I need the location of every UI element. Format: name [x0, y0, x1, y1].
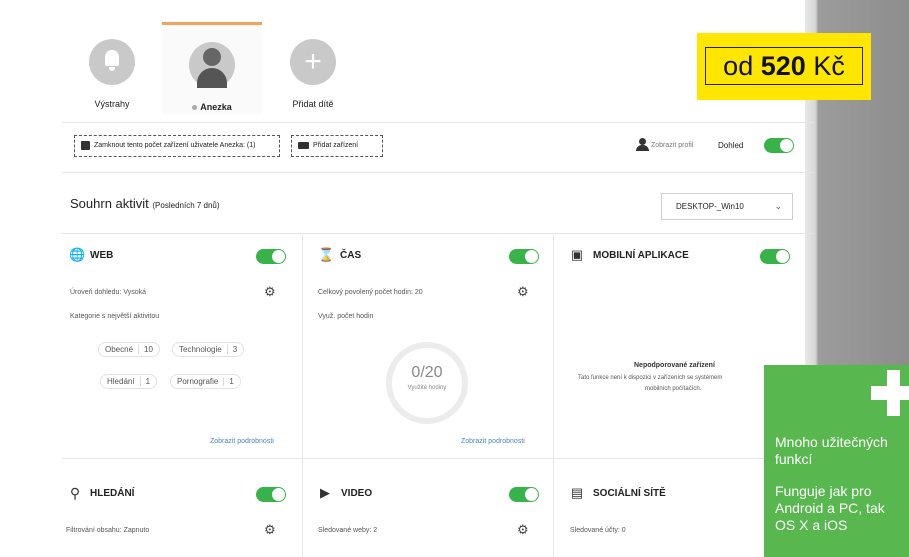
gear-icon[interactable]: ⚙: [517, 284, 529, 300]
supervision-toggle[interactable]: [764, 138, 794, 153]
chip-count: 10: [138, 345, 153, 354]
unsupported-text-2: mobilních počítačích.: [645, 386, 702, 392]
time-donut-value: 0/20: [411, 364, 443, 381]
device-select[interactable]: DESKTOP-_Win10 ⌄: [661, 193, 793, 220]
price-badge: od 520 Kč: [697, 33, 871, 100]
divider: [62, 458, 814, 459]
user-icon: [635, 138, 649, 152]
supervision-label: Dohled: [718, 141, 744, 150]
chip-count: 1: [139, 377, 151, 386]
tab-label: Přidat dítě: [292, 99, 334, 109]
tab-label: Anezka: [200, 102, 232, 112]
mobile-icon: ▣: [570, 247, 584, 262]
category-chip[interactable]: Technologie 3: [172, 342, 245, 357]
web-level: Úroveň dohledu: Vysoká: [70, 289, 147, 296]
globe-icon: 🌐: [69, 247, 86, 262]
divider: [553, 233, 554, 458]
promo-line: Mnoho užitečných: [775, 434, 888, 450]
add-device-button[interactable]: Přidat zařízení: [291, 135, 383, 157]
category-chip[interactable]: Pornografie 1: [170, 374, 241, 389]
promo-line: Android a PC, tak: [775, 500, 885, 516]
plus-icon: +: [290, 39, 336, 85]
time-details-link[interactable]: Zobrazit podrobnosti: [461, 438, 525, 445]
tab-profile-anezka[interactable]: Anezka: [162, 22, 262, 114]
chip-name: Obecné: [105, 345, 134, 354]
video-title: VIDEO: [341, 488, 373, 499]
time-title: ČAS: [340, 250, 362, 261]
gear-icon[interactable]: ⚙: [517, 522, 529, 538]
summary-title-text: Souhrn aktivit: [70, 196, 149, 211]
tab-alerts[interactable]: Výstrahy: [62, 22, 162, 114]
add-device-label: Přidat zařízení: [313, 142, 359, 149]
device-icon: [298, 141, 309, 149]
chip-count: 1: [223, 377, 234, 386]
time-toggle[interactable]: [509, 249, 539, 264]
search-filter: Filtrování obsahu: Zapnuto: [66, 527, 150, 534]
divider: [553, 458, 554, 557]
lock-devices-label: Zamknout tento počet zařízení uživatele …: [94, 142, 256, 149]
tab-label: Výstrahy: [94, 99, 130, 109]
search-title: HLEDÁNÍ: [90, 488, 135, 499]
tab-add-child[interactable]: + Přidat dítě: [263, 22, 363, 114]
time-donut: [386, 342, 468, 424]
chat-icon: ▤: [570, 485, 584, 500]
summary-title: Souhrn aktivit (Posledních 7 dnů): [70, 196, 220, 211]
promo-line: Funguje jak pro: [775, 483, 872, 499]
screen: Výstrahy Anezka + Přidat dítě od 520 Kč …: [0, 0, 909, 557]
gear-icon[interactable]: ⚙: [264, 284, 276, 300]
web-details-link[interactable]: Zobrazit podrobnosti: [210, 438, 274, 445]
divider: [62, 233, 814, 234]
view-profile-label[interactable]: Zobrazit profil: [651, 142, 693, 149]
bell-icon: [89, 39, 135, 85]
device-select-value: DESKTOP-_Win10: [676, 202, 744, 211]
web-toggle[interactable]: [256, 249, 286, 264]
time-allowed: Celkový povolený počet hodin: 20: [318, 289, 423, 296]
price-amount: 520: [760, 51, 806, 81]
summary-period: (Posledních 7 dnů): [152, 201, 220, 210]
video-icon: ▶: [320, 485, 330, 500]
video-toggle[interactable]: [509, 487, 539, 502]
unsupported-title: Nepodporované zařízení: [634, 362, 715, 369]
time-donut-label: Využité hodiny: [407, 385, 447, 391]
mobile-title: MOBILNÍ APLIKACE: [593, 250, 689, 261]
promo-line: funkcí: [775, 451, 813, 467]
mobile-toggle[interactable]: [760, 249, 790, 264]
unsupported-text: Tato funkce není k dispozici v zařízeníc…: [578, 375, 723, 381]
web-categories-label: Kategorie s největší aktivitou: [70, 313, 160, 320]
video-sites: Sledované weby: 2: [318, 527, 378, 534]
lock-devices-button[interactable]: Zamknout tento počet zařízení uživatele …: [74, 135, 280, 157]
price-currency: Kč: [813, 51, 845, 81]
price-prefix: od: [723, 51, 754, 81]
category-chip[interactable]: Obecné 10: [98, 342, 160, 357]
lock-icon: [81, 140, 90, 150]
divider: [302, 233, 303, 458]
divider: [302, 458, 303, 557]
chip-count: 3: [226, 345, 238, 354]
chip-name: Pornografie: [177, 377, 219, 386]
divider: [62, 172, 814, 173]
search-toggle[interactable]: [256, 487, 286, 502]
avatar-icon: [189, 42, 235, 88]
category-chip[interactable]: Hledání 1: [100, 374, 158, 389]
hourglass-icon: ⌛: [318, 247, 335, 262]
divider: [62, 122, 814, 123]
gear-icon[interactable]: ⚙: [264, 522, 276, 538]
chip-name: Technologie: [179, 345, 222, 354]
plus-icon-bar: [871, 386, 909, 400]
time-used-label: Využ. počet hodin: [318, 313, 374, 320]
social-title: SOCIÁLNÍ SÍTĚ: [593, 488, 666, 499]
web-title: WEB: [90, 250, 114, 261]
promo-line: OS X a iOS: [775, 517, 848, 533]
search-icon: ⚲: [69, 485, 81, 501]
chevron-down-icon: ⌄: [774, 201, 782, 211]
promo-box: Mnoho užitečných funkcí Funguje jak pro …: [764, 365, 909, 557]
chip-name: Hledání: [107, 377, 135, 386]
social-accounts: Sledované účty: 0: [570, 527, 626, 534]
